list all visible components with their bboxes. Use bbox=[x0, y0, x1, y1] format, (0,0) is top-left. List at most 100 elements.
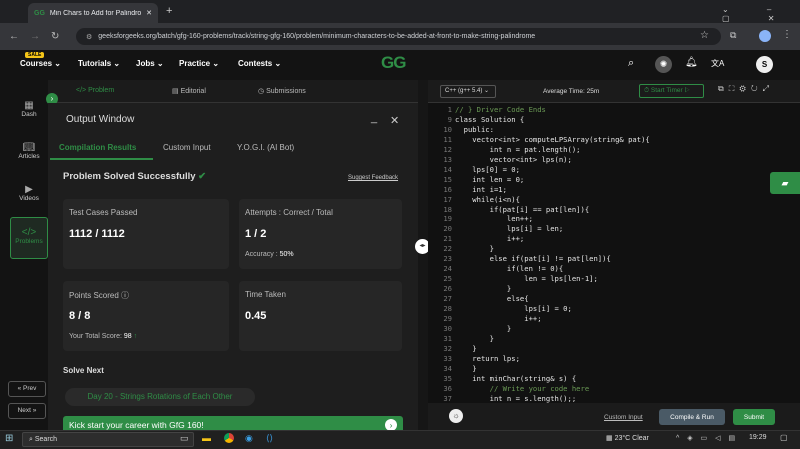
start-timer-button[interactable]: ⏱ Start Timer ▷ bbox=[639, 84, 704, 98]
attempts-value: 1 / 2 bbox=[245, 228, 267, 240]
code-line[interactable]: class Solution { bbox=[455, 115, 524, 124]
theme-toggle-icon[interactable]: ✺ bbox=[655, 56, 672, 73]
reload-icon[interactable]: ↻ bbox=[51, 31, 59, 42]
code-line[interactable]: int i=1; bbox=[455, 185, 507, 194]
editor-theme-icon[interactable]: ☼ bbox=[449, 409, 463, 423]
search-icon[interactable]: ⌕ bbox=[628, 57, 634, 70]
tab-submissions[interactable]: ◷ Submissions bbox=[258, 87, 306, 95]
url-field[interactable]: ⚙ geeksforgeeks.org/batch/gfg-160-proble… bbox=[76, 28, 721, 45]
windows-start-icon[interactable]: ⊞ bbox=[5, 433, 13, 444]
reset-icon[interactable]: ↻ bbox=[751, 84, 763, 93]
file-explorer-icon[interactable]: ▬ bbox=[202, 433, 211, 443]
browser-tab[interactable]: GG Min Chars to Add for Palindrome ✕ bbox=[28, 3, 158, 23]
extensions-icon[interactable]: ⧉ bbox=[730, 30, 736, 41]
code-line[interactable]: vector<int> computeLPSArray(string& pat)… bbox=[455, 135, 649, 144]
bell-icon[interactable]: 🔔︎ bbox=[685, 57, 698, 68]
code-line[interactable]: lps[i] = len; bbox=[455, 224, 563, 233]
code-line[interactable]: } bbox=[455, 244, 494, 253]
next-problem-chip[interactable]: Day 20 - Strings Rotations of Each Other bbox=[65, 388, 255, 406]
copy-icon[interactable]: ⧉ bbox=[718, 84, 729, 93]
code-line[interactable]: int len = 0; bbox=[455, 175, 524, 184]
code-line[interactable]: lps[i] = 0; bbox=[455, 304, 572, 313]
info-icon[interactable]: ⓘ bbox=[121, 291, 129, 300]
code-line[interactable]: } bbox=[455, 364, 476, 373]
code-line[interactable]: } bbox=[455, 284, 511, 293]
code-line[interactable]: i++; bbox=[455, 314, 541, 323]
notification-icon[interactable]: ▢ bbox=[780, 433, 788, 442]
nav-jobs[interactable]: Jobs ⌄ bbox=[136, 59, 164, 68]
close-tab-icon[interactable]: ✕ bbox=[146, 9, 152, 17]
rail-problems[interactable]: </> Problems bbox=[10, 217, 48, 259]
close-icon[interactable]: ✕ bbox=[390, 114, 399, 127]
code-line[interactable]: len = lps[len-1]; bbox=[455, 274, 598, 283]
code-line[interactable]: int n = pat.length(); bbox=[455, 145, 581, 154]
compile-run-button[interactable]: Compile & Run bbox=[659, 409, 725, 425]
user-avatar[interactable]: S bbox=[756, 56, 773, 73]
articles-icon: 📖︎ bbox=[22, 142, 36, 153]
code-line[interactable]: while(i<n){ bbox=[455, 195, 520, 204]
language-select[interactable]: C++ (g++ 5.4) ⌄ bbox=[440, 85, 496, 98]
next-button[interactable]: Next » bbox=[8, 403, 46, 419]
code-line[interactable]: i++; bbox=[455, 234, 524, 243]
line-number: 27 bbox=[443, 294, 452, 304]
bookmark-star-icon[interactable]: ☆ bbox=[700, 30, 709, 41]
nav-courses[interactable]: Courses ⌄ bbox=[20, 59, 61, 68]
code-line[interactable]: len++; bbox=[455, 214, 533, 223]
edge-icon[interactable]: ◉ bbox=[245, 433, 253, 444]
nav-tutorials[interactable]: Tutorials ⌄ bbox=[78, 59, 120, 68]
code-line[interactable]: // Write your code here bbox=[455, 384, 590, 393]
code-line[interactable]: int n = s.length();; bbox=[455, 394, 577, 403]
fullscreen-icon[interactable]: ⛶ bbox=[729, 84, 740, 93]
new-tab-icon[interactable]: + bbox=[166, 5, 172, 17]
subtab-compilation[interactable]: Compilation Results bbox=[59, 143, 136, 152]
minimize-icon[interactable]: _ bbox=[371, 112, 377, 124]
code-line[interactable]: } bbox=[455, 324, 511, 333]
line-number: 19 bbox=[443, 214, 452, 224]
task-view-icon[interactable]: ▭ bbox=[180, 433, 189, 444]
tab-problem[interactable]: </> Problem bbox=[76, 87, 114, 94]
expand-icon[interactable]: ⤢ bbox=[763, 84, 774, 93]
rail-videos[interactable]: ▶ Videos bbox=[10, 184, 48, 202]
profile-icon[interactable] bbox=[759, 30, 771, 42]
code-line[interactable]: return lps; bbox=[455, 354, 520, 363]
browser-menu-icon[interactable]: ⋮ bbox=[782, 29, 792, 40]
site-info-icon[interactable]: ⚙ bbox=[86, 33, 92, 41]
code-line[interactable]: if(len != 0){ bbox=[455, 264, 563, 273]
code-line[interactable]: else{ bbox=[455, 294, 529, 303]
subtab-yogi[interactable]: Y.O.G.I. (AI Bot) bbox=[237, 143, 294, 152]
line-number: 21 bbox=[443, 234, 452, 244]
settings-icon[interactable]: ⚙ bbox=[739, 84, 750, 93]
rail-dash[interactable]: ▦ Dash bbox=[10, 100, 48, 118]
system-tray-icons[interactable]: ^ ◈ ▭ ◁ ▤ bbox=[676, 434, 738, 442]
code-line[interactable]: } bbox=[455, 334, 494, 343]
back-icon[interactable]: ← bbox=[9, 31, 19, 42]
code-line[interactable]: } bbox=[455, 344, 476, 353]
code-line[interactable]: vector<int> lps(n); bbox=[455, 155, 572, 164]
code-line[interactable]: else if(pat[i] != pat[len]){ bbox=[455, 254, 611, 263]
pane-divider[interactable] bbox=[418, 80, 428, 430]
code-editor[interactable]: 1// } Driver Code Ends 9 class Solution {1… bbox=[428, 103, 800, 403]
rail-articles[interactable]: 📖︎ Articles bbox=[10, 142, 48, 160]
custom-input-link[interactable]: Custom Input bbox=[604, 414, 643, 421]
translate-icon[interactable]: 文A bbox=[711, 58, 724, 69]
nav-practice[interactable]: Practice ⌄ bbox=[179, 59, 219, 68]
chat-icon[interactable]: ▰ bbox=[770, 172, 800, 194]
tab-editorial[interactable]: ▤ Editorial bbox=[172, 87, 206, 95]
vscode-icon[interactable]: ⟨⟩ bbox=[266, 433, 273, 444]
subtab-custom-input[interactable]: Custom Input bbox=[163, 143, 211, 152]
nav-contests[interactable]: Contests ⌄ bbox=[238, 59, 281, 68]
promo-banner[interactable]: Kick start your career with GfG 160! › bbox=[63, 416, 403, 430]
forward-icon[interactable]: → bbox=[30, 31, 40, 42]
code-line[interactable]: lps[0] = 0; bbox=[455, 165, 520, 174]
weather-widget[interactable]: ▦ 23°C Clear bbox=[606, 434, 649, 442]
chrome-icon[interactable] bbox=[224, 433, 234, 443]
suggest-feedback-link[interactable]: Suggest Feedback bbox=[348, 175, 398, 181]
code-line[interactable]: // } Driver Code Ends bbox=[455, 105, 546, 114]
code-line[interactable]: if(pat[i] == pat[len]){ bbox=[455, 205, 590, 214]
submit-button[interactable]: Submit bbox=[733, 409, 775, 425]
taskbar-search[interactable]: ⌕ Search bbox=[22, 432, 194, 447]
code-line[interactable]: int minChar(string& s) { bbox=[455, 374, 576, 383]
prev-button[interactable]: « Prev bbox=[8, 381, 46, 397]
code-line[interactable]: public: bbox=[455, 125, 494, 134]
gfg-logo[interactable]: GG bbox=[381, 53, 406, 73]
